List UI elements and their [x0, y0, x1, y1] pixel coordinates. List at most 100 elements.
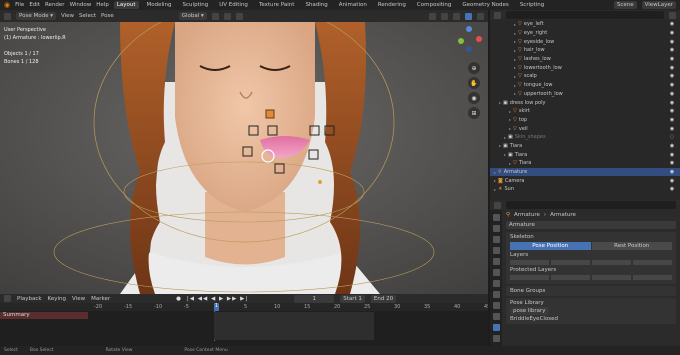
visibility-eye-icon[interactable]: ◉	[668, 160, 676, 166]
timeline-type-icon[interactable]	[4, 295, 11, 302]
visibility-eye-icon[interactable]: ◉	[668, 126, 676, 132]
shading-solid-icon[interactable]	[453, 12, 460, 20]
expand-triangle-icon[interactable]: ▸	[509, 117, 511, 122]
tab-layout[interactable]: Layout	[113, 1, 139, 9]
expand-triangle-icon[interactable]: ▸	[514, 65, 516, 70]
pivot-icon[interactable]	[211, 12, 219, 20]
visibility-eye-icon[interactable]: ◉	[668, 47, 676, 53]
skeleton-panel-title[interactable]: Skeleton	[510, 234, 672, 240]
tab-scripting[interactable]: Scripting	[517, 1, 547, 9]
tab-bone-icon[interactable]	[492, 335, 500, 342]
expand-triangle-icon[interactable]: ▸	[494, 178, 496, 183]
summary-channel[interactable]: Summary	[0, 312, 88, 319]
expand-triangle-icon[interactable]: ▸	[514, 22, 516, 27]
blender-logo-icon[interactable]: ◉	[4, 1, 10, 9]
viewport-scene[interactable]	[0, 22, 488, 294]
outliner-row[interactable]: ▸ ▽ uppertooth_low ◉	[490, 90, 680, 99]
current-frame-field[interactable]: 1	[294, 294, 335, 303]
gizmo-neg-z-icon[interactable]	[466, 46, 472, 52]
outliner-row[interactable]: ▸ ▽ scalp ◉	[490, 72, 680, 81]
expand-triangle-icon[interactable]: ▸	[494, 170, 496, 175]
tab-uv-editing[interactable]: UV Editing	[216, 1, 251, 9]
tab-texture-paint[interactable]: Texture Paint	[256, 1, 298, 9]
outliner-row[interactable]: ▸ ▽ Tiara ◉	[490, 159, 680, 168]
timeline-menu-keying[interactable]: Keying	[48, 296, 66, 302]
pose-library-panel[interactable]: Pose Library pose library BriddleEyeClos…	[506, 298, 676, 324]
expand-triangle-icon[interactable]: ▸	[514, 74, 516, 79]
tab-modifier-icon[interactable]	[492, 291, 500, 298]
expand-triangle-icon[interactable]: ▸	[514, 57, 516, 62]
tab-world-icon[interactable]	[492, 269, 500, 276]
outliner-row[interactable]: ▸ ☀ Sun ◉	[490, 185, 680, 194]
expand-triangle-icon[interactable]: ▸	[514, 83, 516, 88]
tab-constraint-icon[interactable]	[492, 313, 500, 320]
pan-hand-icon[interactable]: ✋	[468, 77, 480, 89]
expand-triangle-icon[interactable]: ▸	[514, 39, 516, 44]
menu-pose[interactable]: Pose	[101, 13, 114, 19]
pose-library-selector[interactable]: pose library	[510, 307, 672, 315]
playback-controls[interactable]: |◀ ◀◀ ◀ ▶ ▶▶ ▶|	[187, 296, 248, 302]
outliner-row[interactable]: ▸ ▽ eye_left ◉	[490, 20, 680, 29]
visibility-eye-icon[interactable]: ◉	[668, 91, 676, 97]
visibility-eye-icon[interactable]: ◉	[668, 82, 676, 88]
visibility-eye-icon[interactable]: ◉	[668, 65, 676, 71]
bone-groups-panel[interactable]: Bone Groups	[506, 286, 676, 296]
outliner-row[interactable]: ▸ ▽ top ◉	[490, 116, 680, 125]
outliner-row[interactable]: ▸ ▣ dress low poly ◉	[490, 98, 680, 107]
outliner-type-icon[interactable]	[494, 11, 501, 19]
tab-scene-icon[interactable]	[492, 258, 500, 265]
outliner-row[interactable]: ▸ ▽ skirt ◉	[490, 107, 680, 116]
start-frame-field[interactable]: Start 1	[340, 294, 365, 303]
snap-icon[interactable]	[223, 12, 231, 20]
menu-select[interactable]: Select	[79, 13, 96, 19]
shading-material-icon[interactable]	[465, 12, 472, 20]
expand-triangle-icon[interactable]: ▸	[514, 48, 516, 53]
expand-triangle-icon[interactable]: ▸	[514, 31, 516, 36]
visibility-eye-icon[interactable]: ◉	[668, 143, 676, 149]
visibility-eye-icon[interactable]: ◉	[668, 73, 676, 79]
tab-tool-icon[interactable]	[492, 214, 500, 221]
expand-triangle-icon[interactable]: ▸	[499, 100, 501, 105]
expand-triangle-icon[interactable]: ▸	[509, 109, 511, 114]
outliner-row[interactable]: ▸ ▽ lowertooth_low ◉	[490, 63, 680, 72]
camera-view-icon[interactable]: ◉	[468, 92, 480, 104]
menu-render[interactable]: Render	[45, 2, 65, 8]
tab-modeling[interactable]: Modeling	[144, 1, 175, 9]
proportional-edit-icon[interactable]	[235, 12, 243, 20]
outliner-row[interactable]: ▸ ▽ eye_right ◉	[490, 29, 680, 38]
properties-type-icon[interactable]	[494, 201, 501, 209]
timeline-menu-view[interactable]: View	[72, 296, 85, 302]
pose-position-button[interactable]: Pose Position	[510, 242, 591, 250]
outliner-row[interactable]: ▸ ▽ veil ◉	[490, 124, 680, 133]
expand-triangle-icon[interactable]: ▸	[504, 152, 506, 157]
expand-triangle-icon[interactable]: ▸	[514, 91, 516, 96]
gizmo-x-axis-icon[interactable]	[476, 36, 482, 42]
outliner-row[interactable]: ▸ ▣ Skin_shapes ◌	[490, 133, 680, 142]
xray-icon[interactable]	[441, 12, 448, 20]
visibility-eye-icon[interactable]: ◉	[668, 178, 676, 184]
timeline-ruler[interactable]: -20-15-10-5051015202530354045	[0, 303, 488, 311]
menu-file[interactable]: File	[15, 2, 24, 8]
editor-type-icon[interactable]	[4, 12, 11, 20]
visibility-eye-icon[interactable]: ◉	[668, 100, 676, 106]
visibility-eye-icon[interactable]: ◉	[668, 39, 676, 45]
outliner-row[interactable]: ▸ ▽ lashes_low ◉	[490, 55, 680, 64]
visibility-eye-icon[interactable]: ◌	[668, 134, 676, 140]
transform-orientation-dropdown[interactable]: Global ▾	[178, 12, 207, 20]
playhead[interactable]: 1	[214, 303, 219, 311]
visibility-eye-icon[interactable]: ◉	[668, 186, 676, 192]
menu-edit[interactable]: Edit	[29, 2, 40, 8]
visibility-eye-icon[interactable]: ◉	[668, 108, 676, 114]
visibility-eye-icon[interactable]: ◉	[668, 169, 676, 175]
outliner-row[interactable]: ▸ ▽ tongue_low ◉	[490, 81, 680, 90]
outliner-row[interactable]: ▸ ◙ Camera ◉	[490, 176, 680, 185]
tab-view-layer-icon[interactable]	[492, 247, 500, 254]
navigation-gizmo[interactable]	[456, 26, 484, 54]
layers-grid[interactable]	[510, 260, 672, 265]
menu-help[interactable]: Help	[96, 2, 109, 8]
filter-icon[interactable]	[669, 11, 676, 19]
armature-datablock-field[interactable]: Armature	[506, 221, 676, 229]
outliner-row[interactable]: ▸ ▽ eyeside_low ◉	[490, 37, 680, 46]
3d-viewport[interactable]: User Perspective (1) Armature : lowerlip…	[0, 22, 488, 294]
protected-layers-grid[interactable]	[510, 275, 672, 280]
